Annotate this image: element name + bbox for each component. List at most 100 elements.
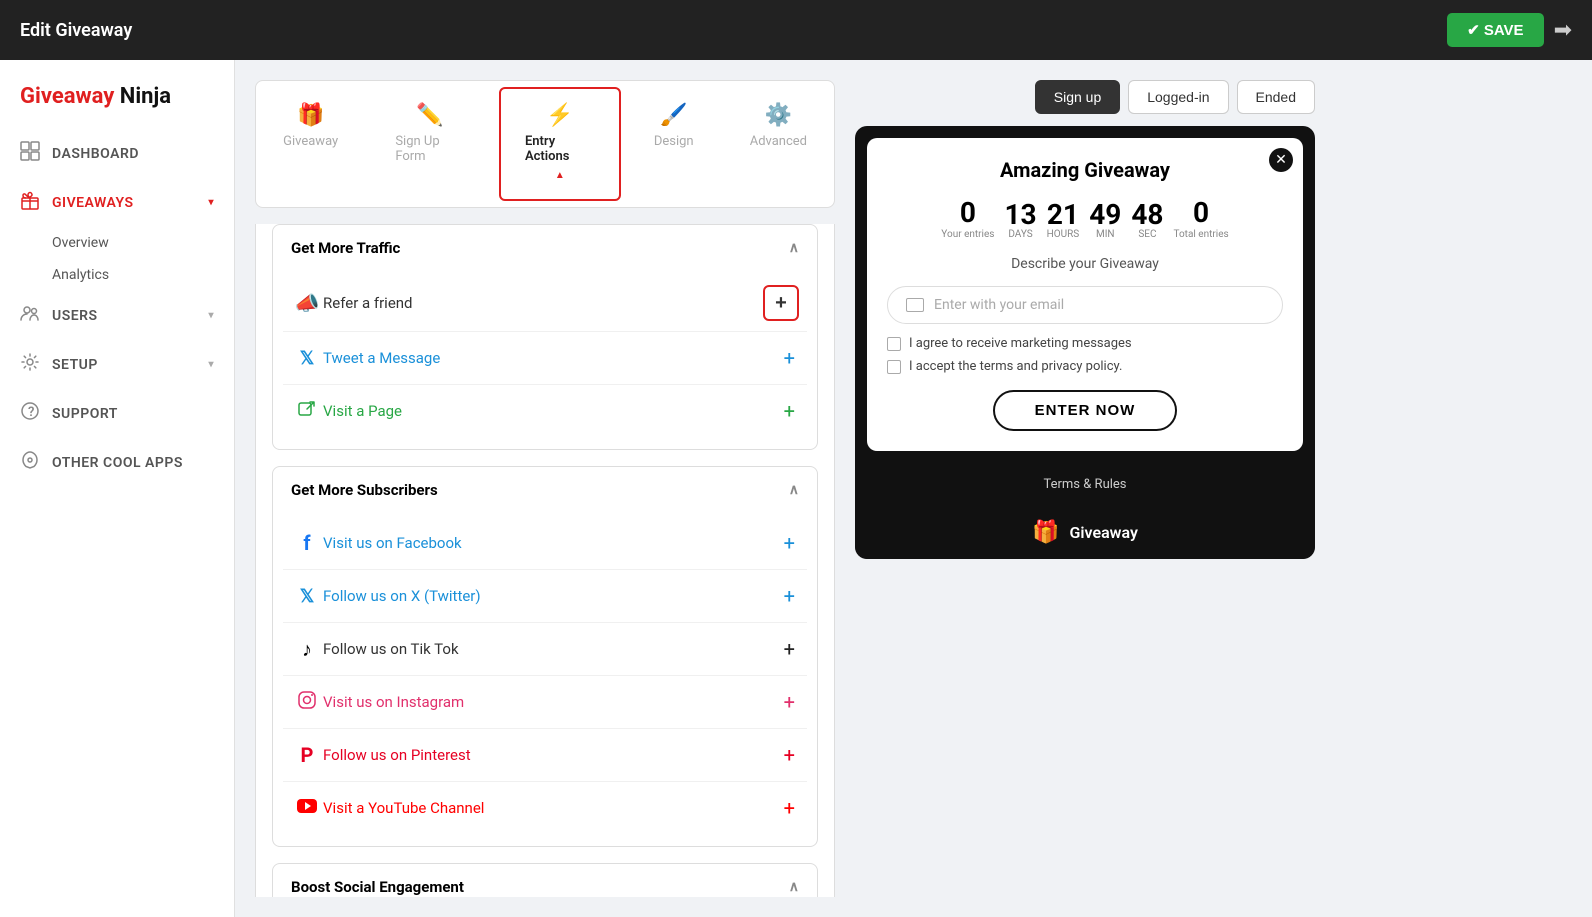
giveaway-bar: 🎁 Giveaway xyxy=(855,506,1315,559)
add-youtube-button[interactable]: + xyxy=(780,792,799,824)
preview-tab-ended[interactable]: Ended xyxy=(1237,80,1315,114)
instagram-label: Visit us on Instagram xyxy=(323,693,780,711)
add-pinterest-button[interactable]: + xyxy=(780,739,799,771)
add-twitter-button[interactable]: + xyxy=(780,580,799,612)
users-icon xyxy=(20,303,40,328)
sidebar-item-overview[interactable]: Overview xyxy=(0,227,234,259)
enter-now-button[interactable]: ENTER NOW xyxy=(993,390,1178,431)
sidebar-item-analytics[interactable]: Analytics xyxy=(0,259,234,291)
entry-pinterest: P Follow us on Pinterest + xyxy=(283,729,807,782)
checkbox-terms-box[interactable] xyxy=(887,360,901,374)
add-refer-friend-button[interactable]: + xyxy=(763,285,799,321)
giveaway-tab-label: Giveaway xyxy=(283,134,338,149)
youtube-icon xyxy=(291,798,323,819)
add-tweet-button[interactable]: + xyxy=(780,342,799,374)
save-button[interactable]: ✔ SAVE xyxy=(1447,13,1543,47)
svg-text:?: ? xyxy=(28,405,35,420)
tab-design[interactable]: 🖌️ Design xyxy=(629,87,719,201)
section-boost-title: Boost Social Engagement xyxy=(291,878,464,896)
section-boost-chevron: ∧ xyxy=(789,879,799,895)
rocket-icon xyxy=(20,450,40,475)
sidebar-item-dashboard[interactable]: DASHBOARD xyxy=(0,129,234,178)
header-title: Edit Giveaway xyxy=(20,20,132,41)
tweet-message-label: Tweet a Message xyxy=(323,349,780,367)
design-tab-icon: 🖌️ xyxy=(660,103,687,128)
modal-inner: ✕ Amazing Giveaway 0 Your entries 13 DAY… xyxy=(867,138,1303,451)
preview-tab-loggedin[interactable]: Logged-in xyxy=(1128,80,1228,114)
section-subscribers-header[interactable]: Get More Subscribers ∧ xyxy=(273,467,817,513)
section-traffic-body: 📣 Refer a friend + 𝕏 Tweet a Message + xyxy=(273,271,817,449)
logout-button[interactable]: ➡ xyxy=(1554,17,1572,43)
gift-icon xyxy=(20,190,40,215)
add-tiktok-button[interactable]: + xyxy=(780,633,799,665)
support-icon: ? xyxy=(20,401,40,426)
sidebar-item-setup[interactable]: SETUP ▾ xyxy=(0,340,234,389)
advanced-tab-icon: ⚙️ xyxy=(765,103,792,128)
megaphone-icon: 📣 xyxy=(291,291,323,315)
tab-entry-actions[interactable]: ⚡ Entry Actions ▲ xyxy=(499,87,621,201)
design-tab-label: Design xyxy=(654,134,694,149)
checkbox-marketing-box[interactable] xyxy=(887,337,901,351)
sidebar-item-support[interactable]: ? SUPPORT xyxy=(0,389,234,438)
setup-arrow: ▾ xyxy=(208,359,214,370)
section-traffic-chevron: ∧ xyxy=(789,240,799,256)
section-boost-header[interactable]: Boost Social Engagement ∧ xyxy=(273,864,817,897)
signup-tab-label: Sign Up Form xyxy=(395,134,465,164)
entry-tab-icon: ⚡ xyxy=(546,103,573,128)
checkbox-terms: I accept the terms and privacy policy. xyxy=(887,359,1283,374)
preview-tab-signup[interactable]: Sign up xyxy=(1035,80,1120,114)
giveaway-bar-label: Giveaway xyxy=(1069,523,1137,542)
hours-num: 21 xyxy=(1047,201,1079,229)
email-input-field[interactable]: Enter with your email xyxy=(887,286,1283,324)
entry-youtube: Visit a YouTube Channel + xyxy=(283,782,807,834)
signup-tab-icon: ✏️ xyxy=(416,103,443,128)
checkbox-marketing: I agree to receive marketing messages xyxy=(887,336,1283,351)
sec-num: 48 xyxy=(1131,201,1163,229)
hours-label: HOURS xyxy=(1047,229,1080,240)
pinterest-label: Follow us on Pinterest xyxy=(323,746,780,764)
setup-icon xyxy=(20,352,40,377)
min-num: 49 xyxy=(1089,201,1121,229)
sidebar-item-giveaways[interactable]: GIVEAWAYS ▾ xyxy=(0,178,234,227)
giveaway-tab-icon: 🎁 xyxy=(297,103,324,128)
sections-container: Get More Traffic ∧ 📣 Refer a friend + 𝕏 … xyxy=(255,224,835,897)
tab-sign-up-form[interactable]: ✏️ Sign Up Form xyxy=(369,87,491,201)
days-num: 13 xyxy=(1004,201,1036,229)
visit-page-icon xyxy=(291,399,323,424)
giveaway-bar-icon: 🎁 xyxy=(1032,520,1059,545)
entry-tab-chevron: ▲ xyxy=(555,170,565,185)
min-label: MIN xyxy=(1096,229,1115,240)
sidebar-item-other-cool-apps[interactable]: OTHER COOL APPS xyxy=(0,438,234,487)
entry-tiktok: ♪ Follow us on Tik Tok + xyxy=(283,623,807,676)
content-area: 🎁 Giveaway ✏️ Sign Up Form ⚡ Entry Actio… xyxy=(235,60,1592,917)
entry-tab-label: Entry Actions xyxy=(525,134,595,164)
countdown-row: 0 Your entries 13 DAYS 21 HOURS 49 xyxy=(887,196,1283,240)
facebook-icon: f xyxy=(291,531,323,555)
min-col: 49 MIN xyxy=(1089,201,1121,240)
sidebar-item-users[interactable]: USERS ▾ xyxy=(0,291,234,340)
section-boost-social: Boost Social Engagement ∧ xyxy=(272,863,818,897)
dashboard-icon xyxy=(20,141,40,166)
section-get-more-subscribers: Get More Subscribers ∧ f Visit us on Fac… xyxy=(272,466,818,847)
pinterest-icon: P xyxy=(291,743,323,767)
header-actions: ✔ SAVE ➡ xyxy=(1447,13,1572,47)
modal-description: Describe your Giveaway xyxy=(887,256,1283,272)
brand-name-red: Giveaway xyxy=(20,84,114,109)
add-facebook-button[interactable]: + xyxy=(780,527,799,559)
add-instagram-button[interactable]: + xyxy=(780,686,799,718)
tiktok-icon: ♪ xyxy=(291,637,323,662)
modal-close-button[interactable]: ✕ xyxy=(1269,148,1293,172)
sec-col: 48 SEC xyxy=(1131,201,1163,240)
section-traffic-header[interactable]: Get More Traffic ∧ xyxy=(273,225,817,271)
your-entries-label: Your entries xyxy=(941,229,994,240)
email-placeholder: Enter with your email xyxy=(934,297,1064,313)
sidebar-label-setup: SETUP xyxy=(52,357,98,373)
checkbox-marketing-label: I agree to receive marketing messages xyxy=(909,336,1132,351)
add-visit-page-button[interactable]: + xyxy=(780,395,799,427)
main-layout: Giveaway Ninja DASHBOARD GIVEAWAYS ▾ Ove… xyxy=(0,60,1592,917)
total-entries-num: 0 xyxy=(1193,196,1209,229)
giveaways-arrow: ▾ xyxy=(208,197,214,208)
giveaway-preview-widget: ✕ Amazing Giveaway 0 Your entries 13 DAY… xyxy=(855,126,1315,559)
tab-giveaway[interactable]: 🎁 Giveaway xyxy=(260,87,361,201)
tab-advanced[interactable]: ⚙️ Advanced xyxy=(727,87,830,201)
